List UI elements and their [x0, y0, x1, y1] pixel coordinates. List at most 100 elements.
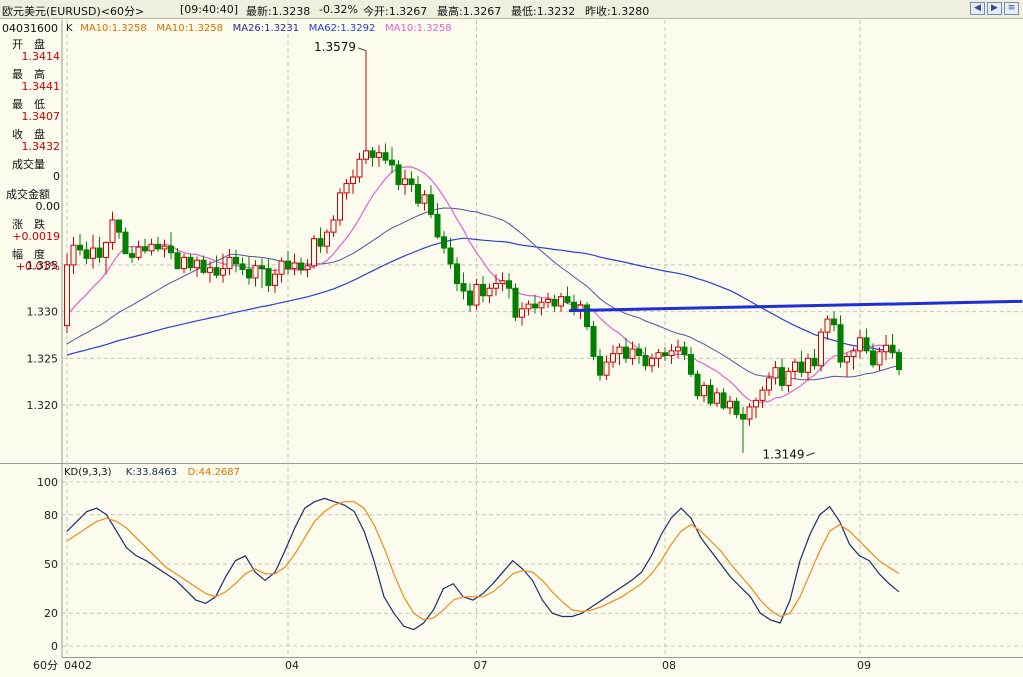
candle-up	[629, 348, 636, 359]
candle-up	[226, 256, 233, 270]
candle-up	[220, 268, 226, 276]
candle-up	[850, 350, 857, 357]
candle-up	[525, 303, 532, 310]
candle-down	[129, 253, 135, 258]
kd-legend-item: KD(9,3,3)	[64, 467, 112, 478]
candle-up	[103, 241, 109, 258]
candle-up	[753, 399, 759, 408]
candle-down	[811, 357, 818, 367]
candle-down	[389, 159, 395, 166]
candle-up	[363, 150, 369, 160]
candle-up	[343, 183, 350, 194]
candle-up	[655, 352, 662, 359]
candle-up	[337, 192, 343, 221]
x-tick-label: 07	[474, 659, 488, 672]
x-tick-label: 0402	[64, 659, 92, 672]
period-label: 60分	[33, 659, 58, 672]
y-tick-label: 1.330	[27, 306, 59, 319]
candle-up	[805, 357, 811, 373]
annotation-arrow	[357, 47, 367, 52]
candle-up	[876, 351, 883, 366]
candle-down	[681, 346, 688, 356]
candle-up	[135, 246, 142, 258]
candle-down	[662, 352, 668, 357]
candle-down	[174, 252, 181, 270]
x-tick-label: 09	[857, 659, 871, 672]
candle-down	[532, 303, 538, 309]
candle-up	[272, 273, 278, 286]
candle-down	[720, 392, 727, 409]
candle-down	[707, 384, 714, 404]
candle-down	[246, 269, 252, 279]
candle-down	[155, 243, 161, 250]
candle-down	[122, 231, 129, 255]
d-line	[66, 501, 900, 621]
candle-down	[688, 354, 694, 375]
candle-down	[447, 247, 454, 265]
candle-down	[454, 263, 460, 285]
kd-y-tick-label: 0	[51, 640, 58, 653]
candle-down	[623, 346, 629, 359]
candle-down	[831, 318, 837, 326]
kd-y-tick-label: 50	[44, 558, 58, 571]
candle-down	[441, 236, 447, 249]
candle-up	[421, 194, 428, 204]
candle-down	[512, 287, 519, 318]
candle-up	[278, 260, 285, 275]
candle-down	[317, 238, 324, 247]
candle-down	[298, 262, 304, 271]
candle-down	[870, 350, 876, 366]
candle-down	[83, 249, 90, 259]
candle-down	[551, 298, 558, 307]
candle-up	[324, 231, 330, 247]
candle-down	[480, 283, 486, 297]
candle-down	[694, 373, 701, 397]
candle-down	[77, 244, 83, 251]
candle-up	[610, 353, 616, 363]
candle-up	[161, 245, 168, 250]
candle-up	[746, 406, 753, 420]
candle-up	[499, 280, 506, 285]
candle-down	[571, 301, 577, 311]
chart-canvas: 1.335 1.330 1.325 1.320 100 80 50 20 0 0402 04 07 08…	[0, 20, 1023, 672]
candle-down	[96, 247, 103, 258]
candle-down	[428, 194, 434, 215]
kd-legend-item: K:33.8463	[126, 467, 177, 478]
candle-up	[844, 355, 850, 363]
candle-down	[733, 400, 740, 415]
candle-up	[714, 392, 720, 404]
candle-down	[200, 259, 207, 273]
candle-down	[265, 268, 272, 286]
candle-up	[486, 287, 493, 297]
candle-down	[460, 283, 467, 292]
candle-up	[616, 346, 623, 355]
candle-down	[168, 245, 174, 254]
candle-down	[415, 183, 421, 204]
main-legend-item: MA62:1.3292	[309, 23, 376, 34]
candle-up	[376, 152, 382, 158]
candle-down	[213, 267, 220, 276]
candle-up	[330, 219, 337, 233]
candle-up	[603, 361, 610, 376]
main-legend-item: K	[66, 23, 73, 34]
candle-up	[668, 350, 675, 357]
annotation-arrow	[806, 452, 815, 457]
y-tick-label: 1.335	[27, 259, 59, 272]
candle-up	[252, 265, 259, 279]
candle-up	[402, 178, 408, 185]
candle-up	[538, 301, 545, 309]
candle-down	[369, 150, 376, 158]
candle-up	[558, 296, 564, 307]
candle-down	[798, 361, 805, 373]
kd-legend-item: D:44.2687	[188, 467, 240, 478]
candle-up	[766, 377, 772, 391]
candle-up	[90, 247, 96, 259]
candle-down	[259, 265, 265, 270]
candle-up	[473, 283, 480, 306]
candle-up	[291, 262, 298, 270]
candle-up	[350, 176, 356, 185]
annotation-label: 1.3149	[763, 448, 805, 462]
y-tick-label: 1.325	[27, 352, 59, 365]
candle-down	[584, 304, 590, 328]
candle-down	[863, 337, 870, 352]
